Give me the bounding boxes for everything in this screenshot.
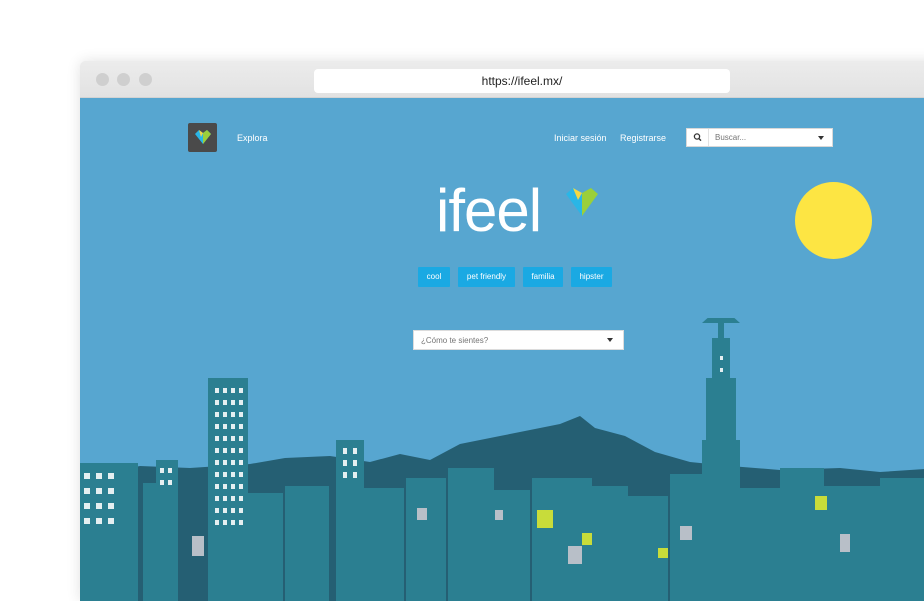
search-icon[interactable] (687, 129, 709, 146)
close-window-button[interactable] (96, 73, 109, 86)
tag-hipster[interactable]: hipster (571, 267, 612, 287)
login-link[interactable]: Iniciar sesión (554, 133, 607, 143)
minimize-window-button[interactable] (117, 73, 130, 86)
maximize-window-button[interactable] (139, 73, 152, 86)
address-bar[interactable]: https://ifeel.mx/ (314, 69, 730, 93)
register-link[interactable]: Registrarse (620, 133, 666, 143)
ifeel-wordmark: ifeel (436, 177, 542, 244)
browser-window: https://ifeel.mx/ Explora Iniciar sesión… (80, 61, 924, 601)
heart-logo-icon (195, 130, 211, 144)
chevron-down-icon[interactable] (818, 136, 824, 140)
browser-toolbar: https://ifeel.mx/ (80, 61, 924, 98)
tag-cool[interactable]: cool (418, 267, 450, 287)
tag-familia[interactable]: familia (523, 267, 563, 287)
city-skyline-illustration (80, 318, 924, 601)
heart-logo-icon (566, 188, 598, 216)
logo[interactable] (188, 123, 217, 152)
explore-link[interactable]: Explora (237, 133, 268, 143)
search-box[interactable] (686, 128, 833, 147)
search-input[interactable] (715, 132, 815, 143)
sun-illustration (795, 182, 872, 259)
ifeel-homepage: Explora Iniciar sesión Registrarse ifeel… (80, 98, 924, 601)
tag-pet-friendly[interactable]: pet friendly (458, 267, 515, 287)
